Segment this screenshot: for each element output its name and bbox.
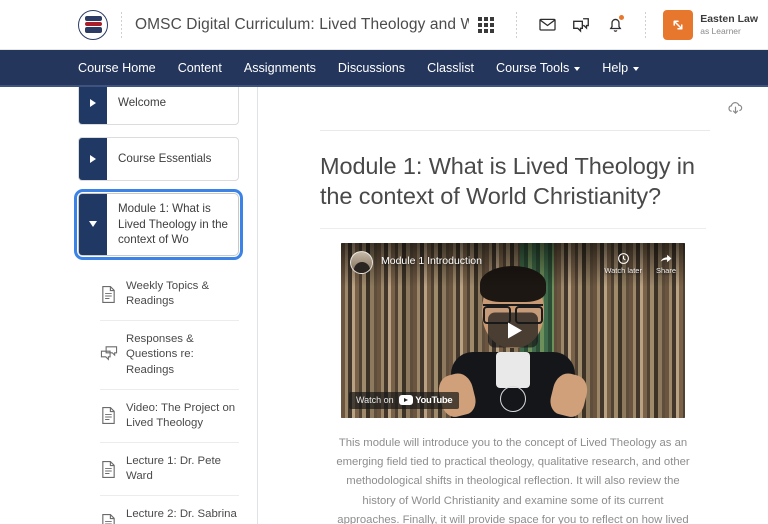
video-player[interactable]: Module 1 Introduction Watch later Share … xyxy=(341,242,685,418)
module-description: This module will introduce you to the co… xyxy=(336,436,690,524)
course-nav-bar: Course Home Content Assignments Discussi… xyxy=(0,50,768,87)
collapse-toggle[interactable] xyxy=(79,194,107,255)
nav-item-discussions[interactable]: Discussions xyxy=(338,61,405,75)
chevron-down-icon xyxy=(574,66,581,71)
bell-icon[interactable] xyxy=(598,8,632,42)
institution-seal-icon[interactable] xyxy=(78,9,108,40)
expand-toggle[interactable] xyxy=(79,87,107,124)
nav-item-content[interactable]: Content xyxy=(178,61,222,75)
topic-label: Lecture 1: Dr. Pete Ward xyxy=(126,455,221,483)
triangle-right-icon xyxy=(90,99,96,107)
page-body: Welcome Course Essentials Module 1: What… xyxy=(0,87,768,524)
user-role: as Learner xyxy=(700,25,741,36)
document-icon xyxy=(100,460,117,479)
page-title: Module 1: What is Lived Theology in the … xyxy=(320,153,695,210)
table-of-contents-sidebar: Welcome Course Essentials Module 1: What… xyxy=(0,87,258,524)
content-toolbar xyxy=(258,87,768,130)
nav-label: Assignments xyxy=(243,60,316,75)
list-item[interactable]: Weekly Topics & Readings xyxy=(100,268,239,322)
triangle-right-icon xyxy=(90,155,96,163)
divider xyxy=(121,11,122,38)
watch-later-label: Watch later xyxy=(604,265,642,275)
topic-label: Video: The Project on Lived Theology xyxy=(126,401,236,429)
divider xyxy=(320,227,706,229)
list-item[interactable]: Video: The Project on Lived Theology xyxy=(100,390,239,444)
nav-label: Classlist xyxy=(427,60,474,75)
nav-item-course-tools[interactable]: Course Tools xyxy=(496,60,581,75)
video-actions: Watch later Share xyxy=(604,251,676,275)
list-item[interactable]: Lecture 1: Dr. Pete Ward xyxy=(100,443,239,497)
play-button-icon[interactable] xyxy=(488,312,538,348)
divider xyxy=(516,11,518,38)
nav-label: Course Tools xyxy=(496,60,570,75)
channel-avatar-icon[interactable] xyxy=(350,250,373,274)
document-icon xyxy=(100,406,117,425)
nav-item-help[interactable]: Help xyxy=(602,60,640,75)
top-bar: OMSC Digital Curriculum: Lived Theology … xyxy=(0,0,768,50)
triangle-down-icon xyxy=(89,221,97,228)
nav-label: Content xyxy=(177,60,222,75)
user-menu[interactable]: Easten Law as Learner xyxy=(663,9,758,40)
youtube-logo-icon: YouTube xyxy=(398,394,453,406)
topic-label: Responses & Questions re: Readings xyxy=(126,333,194,376)
nav-item-course-home[interactable]: Course Home xyxy=(78,61,156,75)
list-item[interactable]: Lecture 2: Dr. Sabrina Müller xyxy=(100,496,239,524)
top-bar-actions: Easten Law as Learner xyxy=(469,8,768,42)
chat-bubbles-icon[interactable] xyxy=(564,8,598,42)
divider xyxy=(645,11,647,38)
user-name: Easten Law xyxy=(700,12,758,25)
toc-module-label: Welcome xyxy=(118,96,167,110)
watch-on-label: Watch on xyxy=(356,395,394,406)
list-item[interactable]: Responses & Questions re: Readings xyxy=(100,321,239,390)
expand-toggle[interactable] xyxy=(79,138,107,180)
video-overlay-top: Module 1 Introduction Watch later Share xyxy=(341,242,685,287)
nav-item-classlist[interactable]: Classlist xyxy=(427,61,474,75)
chevron-down-icon xyxy=(633,66,640,71)
cloud-download-icon[interactable] xyxy=(722,96,748,122)
article: Module 1: What is Lived Theology in the … xyxy=(258,131,768,524)
toc-module-welcome[interactable]: Welcome xyxy=(78,87,239,125)
course-title: OMSC Digital Curriculum: Lived Theology … xyxy=(135,15,470,33)
toc-module-label: Course Essentials xyxy=(118,152,212,166)
share-label: Share xyxy=(655,265,676,275)
waffle-grid-icon[interactable] xyxy=(469,8,503,42)
avatar xyxy=(663,9,694,40)
toc-module-course-essentials[interactable]: Course Essentials xyxy=(78,137,239,181)
notification-dot xyxy=(618,13,626,21)
document-icon xyxy=(100,513,117,524)
nav-label: Course Home xyxy=(78,60,156,75)
nav-label: Help xyxy=(602,60,629,75)
discussion-icon xyxy=(100,345,118,364)
document-icon xyxy=(100,285,117,304)
topic-label: Weekly Topics & Readings xyxy=(126,279,210,308)
nav-label: Discussions xyxy=(337,60,406,75)
share-button[interactable]: Share xyxy=(656,252,676,275)
toc-module-module-1[interactable]: Module 1: What is Lived Theology in the … xyxy=(74,189,243,260)
watch-on-youtube-button[interactable]: Watch on YouTube xyxy=(349,391,460,409)
content-panel: Module 1: What is Lived Theology in the … xyxy=(258,87,768,524)
toc-module-label: Module 1: What is Lived Theology in the … xyxy=(118,202,229,247)
topic-label: Lecture 2: Dr. Sabrina Müller xyxy=(126,508,237,524)
video-title: Module 1 Introduction xyxy=(381,254,482,267)
toc-topic-list: Weekly Topics & Readings Responses & Que… xyxy=(100,268,239,524)
watch-later-button[interactable]: Watch later xyxy=(604,252,642,275)
nav-item-assignments[interactable]: Assignments xyxy=(244,61,316,75)
platform-label: YouTube xyxy=(415,394,453,406)
envelope-icon[interactable] xyxy=(530,8,564,42)
